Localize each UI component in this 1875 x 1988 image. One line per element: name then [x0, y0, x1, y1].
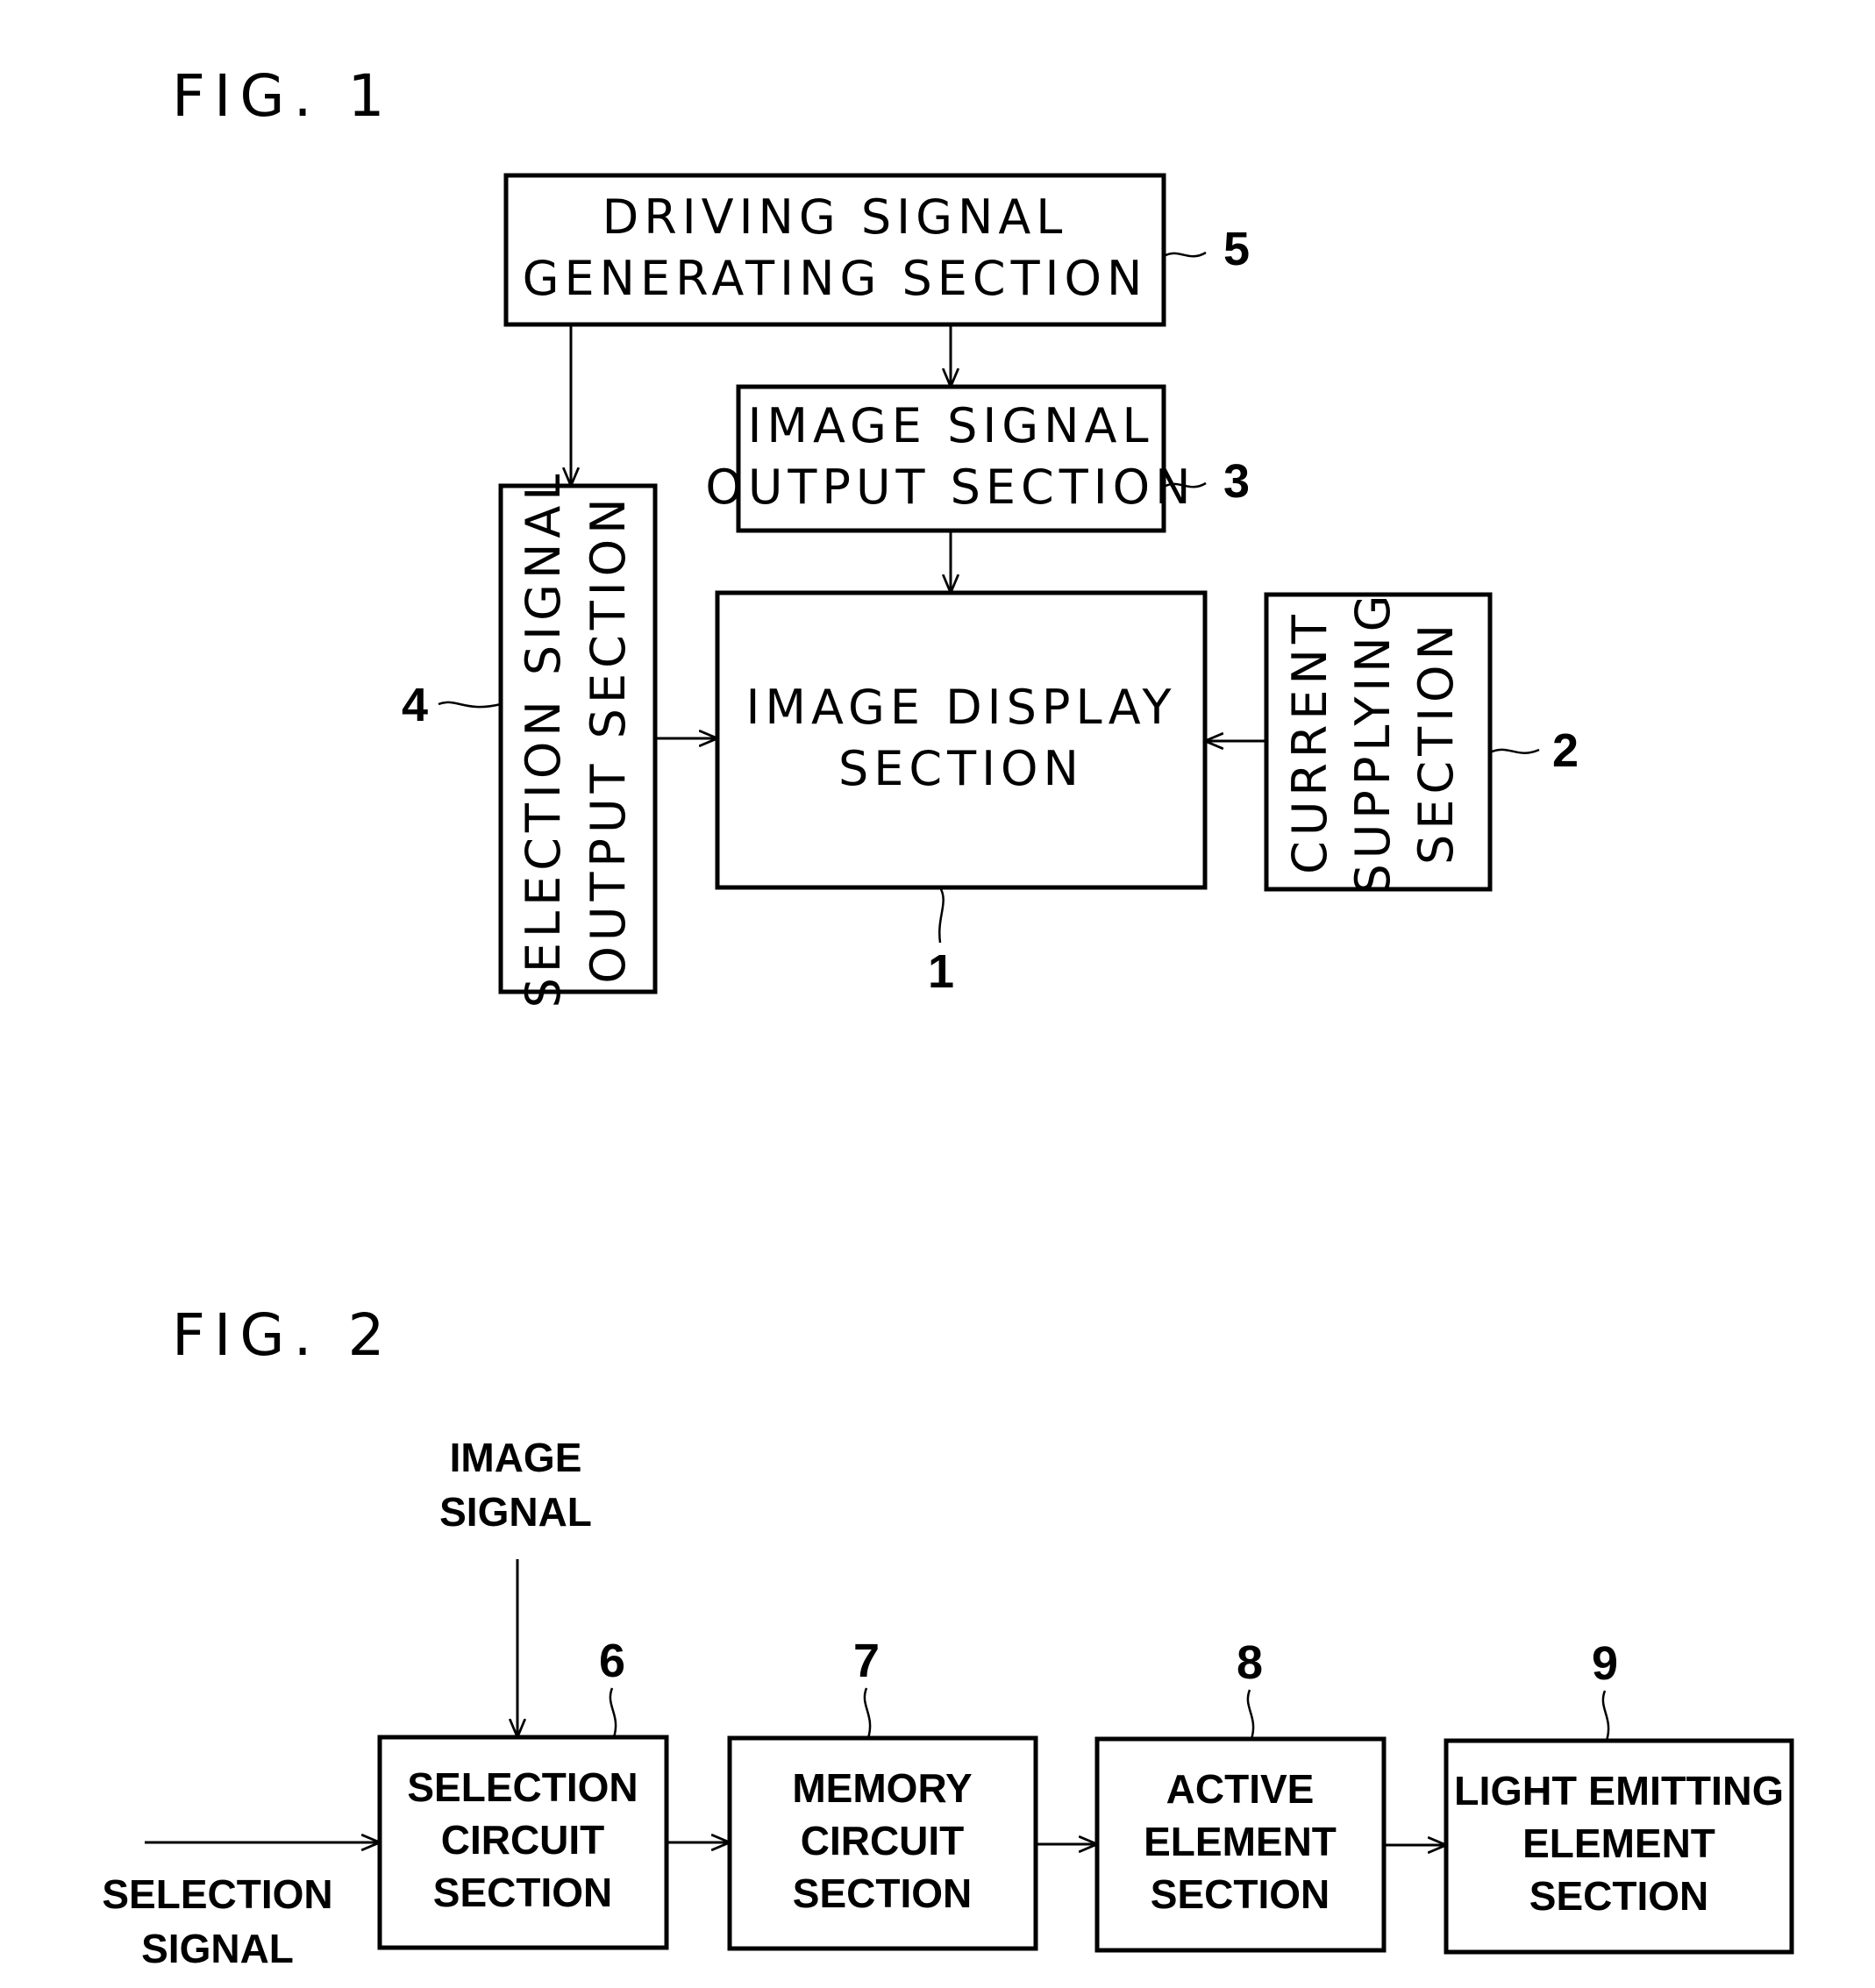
block-current-supplying-section: CURRENT SUPPLYING SECTION 2 — [1264, 590, 1579, 894]
block-3-line-1: IMAGE SIGNAL — [747, 398, 1153, 453]
block-9-leader — [1601, 1690, 1610, 1742]
block-6-line-3: SECTION — [433, 1870, 612, 1915]
block-3-ref: 3 — [1223, 455, 1250, 508]
input-image-signal: IMAGE SIGNAL — [439, 1435, 592, 1737]
image-signal-label-line-2: SIGNAL — [439, 1489, 592, 1535]
image-signal-label-line-1: IMAGE — [450, 1435, 582, 1480]
block-6-leader — [609, 1687, 617, 1738]
selection-signal-label-line-1: SELECTION — [102, 1871, 332, 1917]
block-memory-circuit-section: MEMORY CIRCUIT SECTION 7 — [727, 1635, 1038, 1951]
block-7-line-1: MEMORY — [792, 1765, 972, 1811]
block-5-ref: 5 — [1223, 223, 1250, 275]
block-2-line-2: SUPPLYING — [1345, 590, 1401, 894]
block-8-line-3: SECTION — [1151, 1871, 1330, 1917]
block-6-line-1: SELECTION — [407, 1764, 638, 1810]
block-active-element-section: ACTIVE ELEMENT SECTION 8 — [1094, 1636, 1387, 1953]
block-2-line-1: CURRENT — [1282, 609, 1337, 874]
block-4-line-2: OUTPUT SECTION — [581, 493, 636, 983]
input-selection-signal: SELECTION SIGNAL — [102, 1842, 380, 1971]
figure-2: FIG. 2 IMAGE SIGNAL SELECTION SIGNAL SEL… — [102, 1301, 1794, 1971]
block-3-line-2: OUTPUT SECTION — [705, 460, 1195, 515]
block-4-line-1: SELECTION SIGNAL — [516, 469, 571, 1008]
block-9-line-1: LIGHT EMITTING — [1454, 1768, 1784, 1813]
block-5-line-1: DRIVING SIGNAL — [602, 189, 1068, 245]
block-2-leader — [1489, 748, 1540, 754]
figure-2-title: FIG. 2 — [172, 1301, 394, 1369]
block-1-line-1: IMAGE DISPLAY — [745, 680, 1176, 735]
block-1-ref: 1 — [928, 945, 954, 998]
block-image-signal-output-section: IMAGE SIGNAL OUTPUT SECTION 3 — [705, 384, 1250, 533]
selection-signal-label-line-2: SIGNAL — [141, 1926, 294, 1971]
block-6-ref: 6 — [599, 1635, 625, 1687]
block-2-line-3: SECTION — [1408, 619, 1464, 865]
patent-figures: FIG. 1 DRIVING SIGNAL GENERATING SECTION… — [102, 62, 1794, 1971]
block-8-leader — [1246, 1689, 1255, 1740]
block-image-display-section: IMAGE DISPLAY SECTION 1 — [715, 590, 1208, 998]
block-1-line-2: SECTION — [838, 741, 1084, 796]
block-9-line-2: ELEMENT — [1522, 1821, 1715, 1866]
block-4-leader — [438, 701, 502, 709]
block-7-leader — [863, 1687, 872, 1739]
block-9-ref: 9 — [1592, 1637, 1618, 1690]
block-2-ref: 2 — [1552, 724, 1579, 777]
block-6-line-2: CIRCUIT — [441, 1817, 605, 1863]
block-4-ref: 4 — [402, 679, 428, 731]
block-1-frame — [715, 590, 1208, 890]
block-7-line-3: SECTION — [793, 1870, 972, 1916]
block-5-leader — [1163, 251, 1207, 258]
block-8-line-1: ACTIVE — [1166, 1766, 1315, 1812]
block-light-emitting-element-section: LIGHT EMITTING ELEMENT SECTION 9 — [1444, 1637, 1794, 1955]
block-8-ref: 8 — [1237, 1636, 1263, 1689]
figure-1-title: FIG. 1 — [172, 62, 394, 130]
block-7-ref: 7 — [853, 1635, 880, 1687]
block-7-line-2: CIRCUIT — [801, 1818, 965, 1863]
block-selection-circuit-section: SELECTION CIRCUIT SECTION 6 — [377, 1635, 669, 1950]
block-1-leader — [938, 887, 945, 944]
block-9-line-3: SECTION — [1529, 1873, 1708, 1919]
block-8-line-2: ELEMENT — [1144, 1819, 1337, 1864]
block-5-line-2: GENERATING SECTION — [523, 251, 1148, 306]
block-driving-signal-generating-section: DRIVING SIGNAL GENERATING SECTION 5 — [503, 173, 1250, 327]
figure-1: FIG. 1 DRIVING SIGNAL GENERATING SECTION… — [172, 62, 1579, 1008]
block-selection-signal-output-section: SELECTION SIGNAL OUTPUT SECTION 4 — [402, 469, 658, 1008]
